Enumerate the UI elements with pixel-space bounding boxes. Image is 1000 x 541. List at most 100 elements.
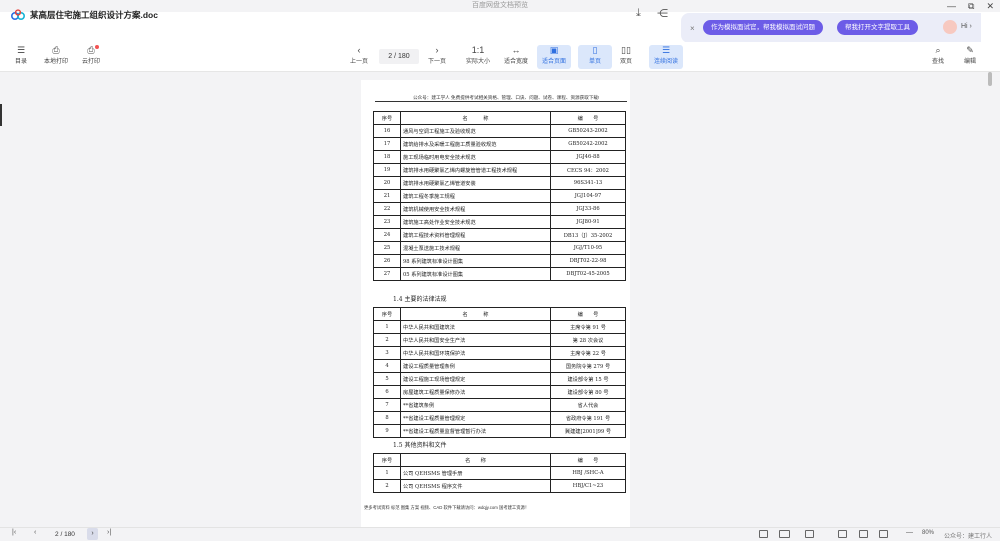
row-number-cell: 5 bbox=[373, 372, 401, 386]
table-row: 26 98 系列建筑标准设计图集 DBJT02-22-98 bbox=[373, 254, 626, 268]
single-page-button[interactable]: ▯ 单页 bbox=[578, 45, 612, 69]
status-bar bbox=[0, 527, 1000, 541]
table-row: 19 建筑排水用硬聚氯乙烯内螺旋管管道工程技术规程 CECS 94：2002 bbox=[373, 163, 626, 177]
maximize-button[interactable]: ⧉ bbox=[968, 0, 974, 12]
row-name-cell: **省建筑条例 bbox=[400, 398, 551, 412]
find-button[interactable]: ⌕ 查找 bbox=[921, 45, 955, 69]
laws-table: 序号 名 称 编 号 1 中华人民共和国建筑法 主席令第 91 号 2 中华人民共和国安… bbox=[373, 307, 626, 438]
prev-page-icon[interactable]: ‹ bbox=[34, 529, 36, 536]
single-page-label: 单页 bbox=[588, 59, 601, 65]
row-number-cell: 9 bbox=[373, 424, 401, 438]
close-button[interactable]: ✕ bbox=[986, 0, 994, 12]
row-number-cell: 20 bbox=[373, 176, 401, 190]
row-name-cell: 建筑工程技术资料管理规程 bbox=[400, 228, 551, 242]
actual-size-button[interactable]: 1:1 实际大小 bbox=[461, 45, 495, 69]
edit-button[interactable]: ✎ 编辑 bbox=[953, 45, 987, 69]
row-name-cell: 建筑给排水及采暖工程施工质量验收规范 bbox=[400, 137, 551, 151]
row-code-cell: HBJ /SHC-A bbox=[550, 466, 626, 480]
bottom-page-indicator[interactable]: 2 / 180 bbox=[46, 529, 84, 540]
single-view-icon[interactable] bbox=[759, 530, 768, 538]
table-header-cell: 序号 bbox=[373, 307, 401, 321]
table-row: 2 中华人民共和国安全生产法第 28 次会议 bbox=[373, 333, 626, 347]
row-code-cell: DB13（J）35-2002 bbox=[550, 228, 626, 242]
table-header-cell: 序号 bbox=[373, 111, 401, 125]
fit-page-button[interactable]: ▣ 适合页面 bbox=[537, 45, 571, 69]
row-code-cell: HBJ/C1~23 bbox=[550, 479, 626, 493]
printer-icon: ⎙ bbox=[52, 45, 60, 55]
row-number-cell: 8 bbox=[373, 411, 401, 425]
find-label: 查找 bbox=[931, 59, 944, 65]
table-row: 5 建设工程施工现场管理规定 建设部令第 15 号 bbox=[373, 372, 626, 386]
row-number-cell: 27 bbox=[373, 267, 401, 281]
row-number-cell: 16 bbox=[373, 124, 401, 138]
row-number-cell: 17 bbox=[373, 137, 401, 151]
table-header-cell: 编 号 bbox=[550, 453, 626, 467]
table-header-row: 序号 名 称 编 号 bbox=[373, 111, 626, 125]
row-number-cell: 18 bbox=[373, 150, 401, 164]
row-number-cell: 7 bbox=[373, 398, 401, 412]
last-page-icon[interactable]: ›| bbox=[107, 529, 111, 536]
share-icon[interactable]: ⋲ bbox=[657, 7, 668, 20]
standards-table: 序号 名 称 编 号 16 通风与空调工程施工及验收规范 GB50243-2002 1… bbox=[373, 111, 626, 281]
row-code-cell: DBJT02-22-98 bbox=[550, 254, 626, 268]
fit-width-view-icon[interactable] bbox=[859, 530, 868, 538]
toc-button[interactable]: ☰ 目录 bbox=[4, 45, 38, 69]
fit-width-button[interactable]: ↔ 适合宽度 bbox=[499, 45, 533, 69]
double-page-button[interactable]: ▯▯ 双页 bbox=[609, 45, 643, 69]
search-icon: ⌕ bbox=[935, 45, 941, 55]
continuous-read-button[interactable]: ☰ 连续阅读 bbox=[649, 45, 683, 69]
first-page-icon[interactable]: |‹ bbox=[12, 529, 16, 536]
ai-suggestion-interview[interactable]: 作为模拟面试官，帮我模拟面试问题 bbox=[703, 20, 823, 35]
fit-page-view-icon[interactable] bbox=[879, 530, 888, 538]
row-code-cell: 主席令第 91 号 bbox=[550, 320, 626, 334]
cloud-print-button[interactable]: ⎙ 云打印 bbox=[74, 45, 108, 69]
prev-page-button[interactable]: ‹ 上一页 bbox=[342, 45, 376, 69]
row-number-cell: 22 bbox=[373, 202, 401, 216]
table-row: 23 建筑施工高处作业安全技术规范 JGJ80-91 bbox=[373, 215, 626, 229]
section-heading-other: 1.5 其他资料和文件 bbox=[393, 442, 447, 449]
row-code-cell: GB50243-2002 bbox=[550, 124, 626, 138]
fit-width-icon: ↔ bbox=[511, 45, 521, 55]
vertical-scrollbar[interactable] bbox=[988, 72, 992, 86]
row-code-cell: 省政府令第 191 号 bbox=[550, 411, 626, 425]
row-name-cell: 中华人民共和国建筑法 bbox=[400, 320, 551, 334]
zoom-out-icon[interactable]: — bbox=[906, 529, 913, 536]
row-number-cell: 21 bbox=[373, 189, 401, 203]
table-row: 1 公司 QEHSMS 管理手册 HBJ /SHC-A bbox=[373, 466, 626, 480]
page-number-input[interactable]: 2 / 180 bbox=[379, 49, 419, 64]
row-code-cell: JGJ46-88 bbox=[550, 150, 626, 164]
row-name-cell: 房屋建筑工程质量保修办法 bbox=[400, 385, 551, 399]
fit-width-label: 适合宽度 bbox=[503, 59, 528, 65]
ai-suggestion-text-extract[interactable]: 帮我打开文字提取工具 bbox=[837, 20, 918, 35]
ai-bar-close-icon[interactable]: × bbox=[690, 24, 695, 33]
watermark-text: 公众号：建工行人 bbox=[944, 534, 993, 540]
next-page-button[interactable]: › 下一页 bbox=[420, 45, 454, 69]
ai-hi-button[interactable]: Hi › bbox=[961, 23, 972, 30]
next-page-label: 下一页 bbox=[427, 59, 446, 65]
download-icon[interactable]: ⤓ bbox=[636, 7, 641, 20]
pen-icon: ✎ bbox=[966, 45, 974, 55]
row-code-cell: 96S341-13 bbox=[550, 176, 626, 190]
next-page-icon[interactable]: › bbox=[87, 528, 98, 540]
actual-size-view-icon[interactable] bbox=[838, 530, 847, 538]
row-number-cell: 24 bbox=[373, 228, 401, 242]
row-name-cell: 中华人民共和国环境保护法 bbox=[400, 346, 551, 360]
table-header-row: 序号 名 称 编 号 bbox=[373, 453, 626, 467]
table-header-row: 序号 名 称 编 号 bbox=[373, 307, 626, 321]
row-number-cell: 25 bbox=[373, 241, 401, 255]
table-header-cell: 编 号 bbox=[550, 307, 626, 321]
row-code-cell: 建设部令第 80 号 bbox=[550, 385, 626, 399]
scroll-view-icon[interactable] bbox=[805, 530, 814, 538]
minimize-button[interactable]: — bbox=[947, 0, 956, 12]
row-name-cell: 建筑机械使用安全技术规程 bbox=[400, 202, 551, 216]
next-circle-icon: › bbox=[435, 45, 439, 55]
ai-assistant-avatar[interactable] bbox=[943, 20, 957, 34]
row-name-cell: 建筑排水用硬聚氯乙烯内螺旋管管道工程技术规程 bbox=[400, 163, 551, 177]
double-view-icon[interactable] bbox=[779, 530, 790, 538]
cloud-print-label: 云打印 bbox=[81, 59, 100, 65]
local-print-button[interactable]: ⎙ 本地打印 bbox=[39, 45, 73, 69]
row-code-cell: JGJ/T10-95 bbox=[550, 241, 626, 255]
fit-page-label: 适合页面 bbox=[541, 59, 566, 65]
row-code-cell: 国务院令第 279 号 bbox=[550, 359, 626, 373]
row-code-cell: JGJ104-97 bbox=[550, 189, 626, 203]
